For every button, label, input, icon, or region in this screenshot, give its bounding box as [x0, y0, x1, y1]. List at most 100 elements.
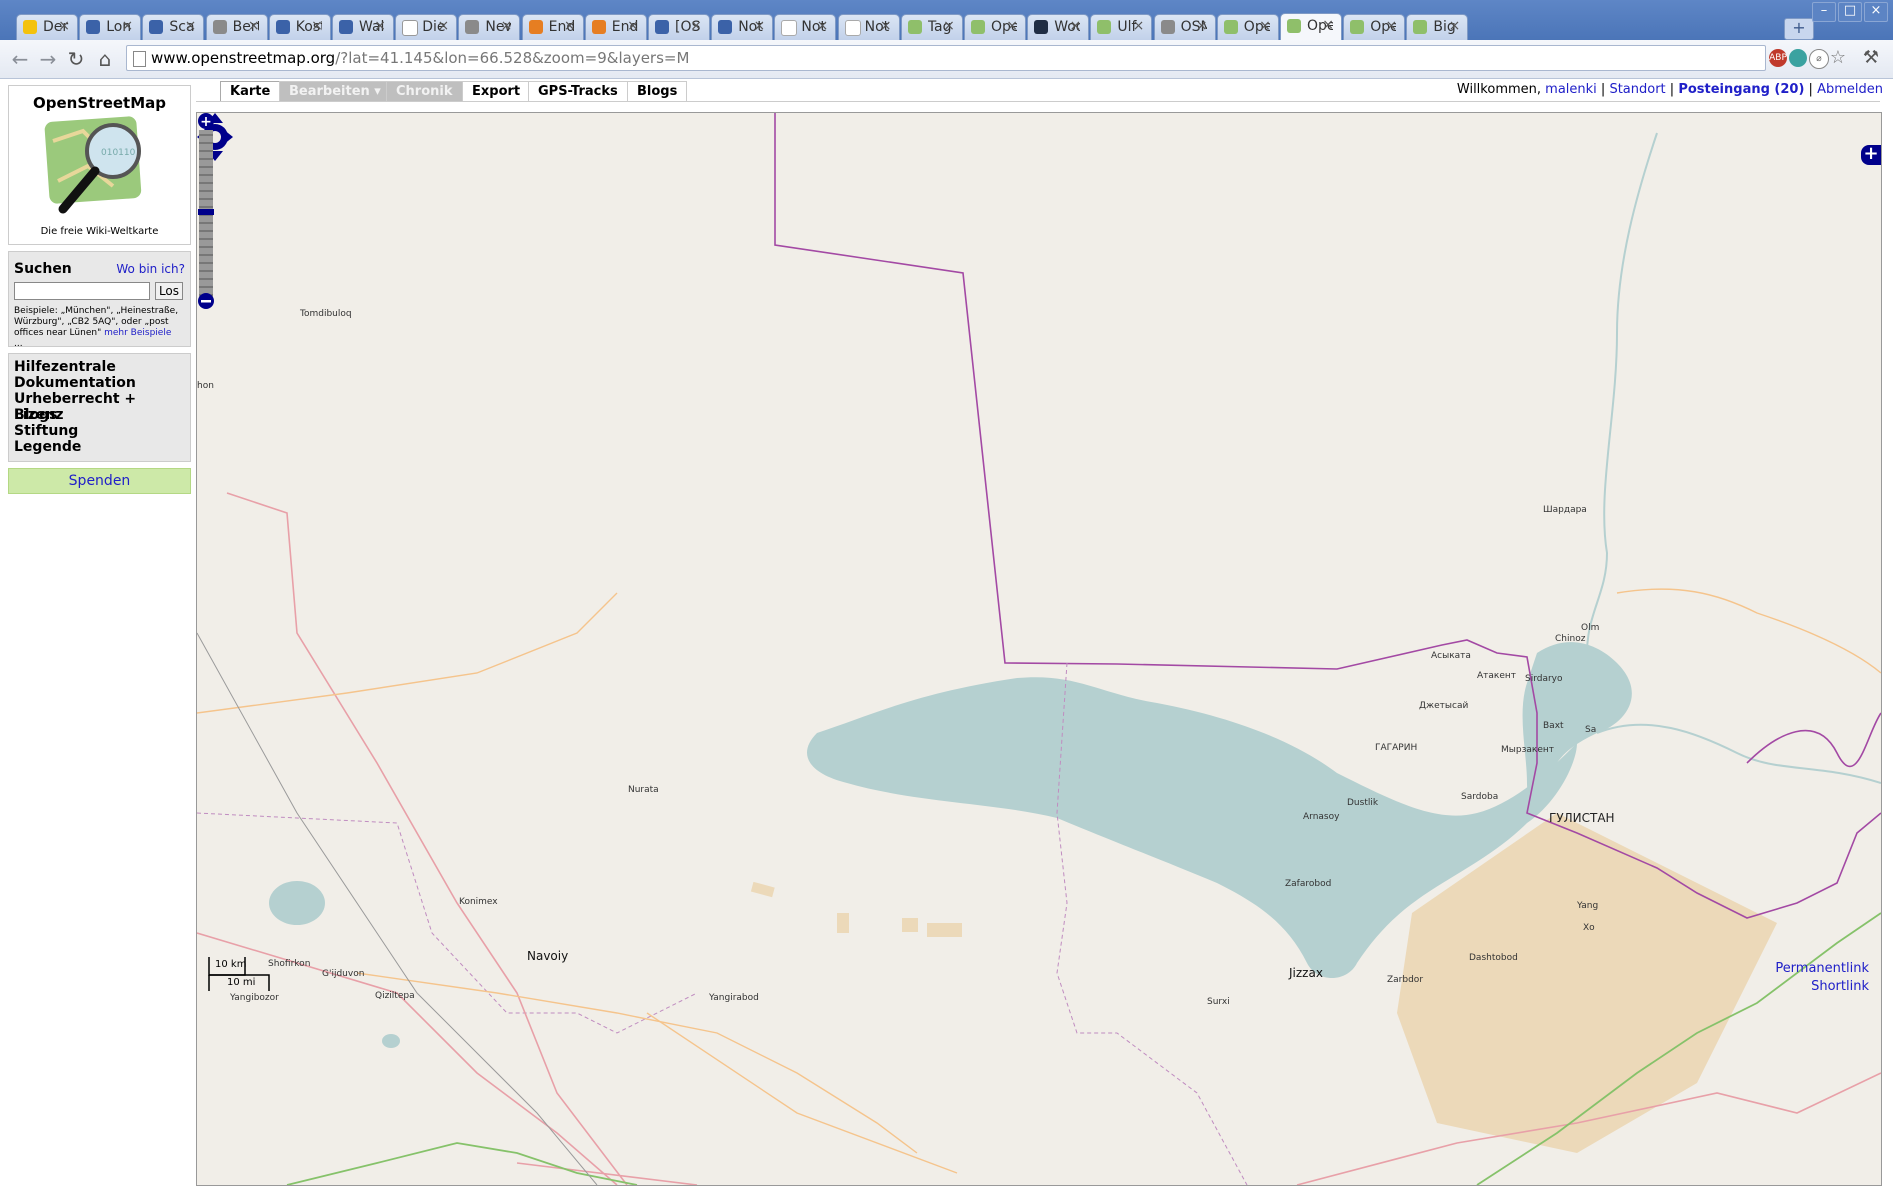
browser-tab[interactable]: Der × — [16, 14, 78, 40]
address-bar[interactable]: www.openstreetmap.org/?lat=41.145&lon=66… — [126, 45, 1766, 71]
adblock-icon[interactable]: ABP — [1769, 49, 1787, 67]
shortlink-link[interactable]: Shortlink — [1811, 979, 1869, 994]
tab-close-icon[interactable]: × — [1449, 18, 1461, 34]
tab-gps-traces[interactable]: GPS-Tracks — [528, 81, 628, 101]
nav-link-blogs[interactable]: Blogs — [14, 407, 57, 423]
tab-close-icon[interactable]: × — [1259, 18, 1271, 34]
where-am-i-link[interactable]: Wo bin ich? — [116, 262, 185, 276]
donate-button[interactable]: Spenden — [8, 468, 191, 494]
tab-edit[interactable]: Bearbeiten ▾ — [279, 81, 391, 101]
browser-tab[interactable]: New× — [458, 14, 521, 40]
browser-tab[interactable]: Wal × — [332, 14, 394, 40]
browser-tab[interactable]: Not × — [774, 14, 837, 40]
tab-close-icon[interactable]: × — [1069, 18, 1081, 34]
browser-tab[interactable]: End × — [521, 14, 584, 40]
browser-tab[interactable]: Sca × — [142, 14, 205, 40]
location-link[interactable]: Standort — [1609, 82, 1665, 97]
browser-tab[interactable]: Tag × — [900, 14, 963, 40]
map-canvas[interactable]: Tomdibuloq hon Шардара Nurata Konimex Na… — [196, 112, 1882, 1186]
browser-tab[interactable]: Ope × — [964, 14, 1026, 40]
tab-close-icon[interactable]: × — [564, 18, 576, 34]
tab-close-icon[interactable]: × — [753, 18, 765, 34]
tab-close-icon[interactable]: × — [248, 18, 260, 34]
tab-close-icon[interactable]: × — [817, 18, 829, 34]
minimize-button[interactable]: – — [1812, 2, 1836, 22]
tab-close-icon[interactable]: × — [311, 18, 323, 34]
tab-close-icon[interactable]: × — [1133, 18, 1145, 34]
browser-tab[interactable]: Ulf × — [1090, 14, 1153, 40]
browser-tab[interactable]: Not × — [837, 14, 900, 40]
tab-export[interactable]: Export — [462, 81, 531, 101]
site-title: OpenStreetMap — [32, 94, 166, 112]
new-tab-button[interactable]: + — [1784, 18, 1814, 40]
browser-tab[interactable]: Big × — [1406, 14, 1469, 40]
tab-close-icon[interactable]: × — [374, 18, 386, 34]
place-label: Асыката — [1431, 651, 1471, 661]
secondary-road — [197, 592, 618, 714]
browser-tab[interactable]: Ope × — [1216, 14, 1279, 40]
browser-tab[interactable]: End × — [584, 14, 647, 40]
logout-link[interactable]: Abmelden — [1817, 82, 1883, 97]
nav-link-foundation[interactable]: Stiftung — [14, 423, 78, 439]
tab-close-icon[interactable]: × — [1322, 17, 1334, 33]
small-lake — [269, 881, 325, 925]
place-label: Konimex — [459, 897, 498, 907]
tab-close-icon[interactable]: × — [437, 18, 449, 34]
tab-history[interactable]: Chronik — [386, 81, 463, 101]
browser-tab[interactable]: Woo× — [1027, 14, 1090, 40]
browser-tab[interactable]: Not × — [711, 14, 774, 40]
zoom-bar[interactable]: + — [197, 113, 215, 309]
wrench-icon[interactable]: ⚒ — [1862, 49, 1880, 67]
tab-close-icon[interactable]: × — [501, 18, 513, 34]
globe-extension-icon[interactable] — [1789, 49, 1807, 67]
browser-tab[interactable]: Ope × — [1343, 14, 1406, 40]
browser-tab[interactable]: Bert× — [205, 14, 268, 40]
nav-link-docs[interactable]: Dokumentation — [14, 375, 136, 391]
place-label: G'ijduvon — [322, 969, 365, 979]
browser-tab[interactable]: Ope × — [1280, 13, 1342, 40]
primary-road — [226, 492, 628, 1185]
tab-close-icon[interactable]: × — [1196, 18, 1208, 34]
search-examples: Beispiele: „München", „Heinestraße, Würz… — [14, 306, 186, 350]
browser-tab[interactable]: [OS × — [648, 14, 710, 40]
search-input[interactable] — [14, 282, 150, 300]
username-link[interactable]: malenki — [1545, 82, 1597, 97]
tab-close-icon[interactable]: × — [880, 18, 892, 34]
tab-close-icon[interactable]: × — [121, 18, 133, 34]
more-examples-link[interactable]: mehr Beispiele — [104, 328, 171, 338]
place-label: Navoiy — [527, 949, 569, 963]
reload-button[interactable]: ↻ — [64, 47, 88, 71]
river — [1586, 132, 1658, 654]
browser-tab[interactable]: Die × — [395, 14, 458, 40]
tab-blogs[interactable]: Blogs — [627, 81, 688, 101]
permalink-link[interactable]: Permanentlink — [1775, 961, 1869, 976]
home-button[interactable]: ⌂ — [93, 47, 117, 71]
bookmark-star-icon[interactable]: ☆ — [1829, 49, 1847, 67]
pin-extension-icon[interactable]: ⌀ — [1809, 49, 1829, 69]
tab-close-icon[interactable]: × — [627, 18, 639, 34]
maximize-button[interactable]: □ — [1838, 2, 1862, 22]
tab-close-icon[interactable]: × — [943, 18, 955, 34]
inbox-link[interactable]: Posteingang (20) — [1678, 82, 1804, 97]
nav-link-help[interactable]: Hilfezentrale — [14, 359, 116, 375]
tab-close-icon[interactable]: × — [185, 18, 197, 34]
country-border — [1746, 712, 1881, 768]
browser-tab[interactable]: Kost× — [268, 14, 331, 40]
search-go-button[interactable]: Los — [155, 282, 183, 300]
close-window-button[interactable]: × — [1864, 2, 1888, 22]
forward-button[interactable]: → — [36, 47, 60, 71]
browser-tab[interactable]: OSM× — [1153, 14, 1216, 40]
back-button[interactable]: ← — [8, 47, 32, 71]
svg-text:010110: 010110 — [101, 148, 136, 158]
tab-close-icon[interactable]: × — [58, 18, 70, 34]
tab-close-icon[interactable]: × — [1385, 18, 1397, 34]
tab-map[interactable]: Karte — [220, 81, 281, 101]
place-label: Sa — [1585, 725, 1597, 735]
layer-switcher-icon[interactable]: + — [1861, 145, 1881, 165]
river — [1596, 723, 1881, 784]
nav-link-legend[interactable]: Legende — [14, 439, 81, 455]
browser-tab[interactable]: Lon × — [79, 14, 142, 40]
tab-close-icon[interactable]: × — [690, 18, 702, 34]
tab-close-icon[interactable]: × — [1006, 18, 1018, 34]
osm-logo-icon[interactable]: 010110 — [43, 111, 155, 221]
